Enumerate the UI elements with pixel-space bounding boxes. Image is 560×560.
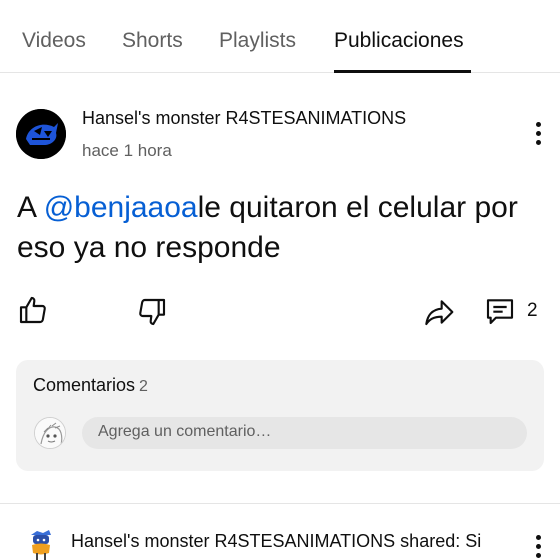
tab-posts[interactable]: Publicaciones [334,29,464,53]
user-avatar [34,417,66,449]
comments-title: Comentarios [33,375,136,395]
next-post-menu-button[interactable] [528,532,548,560]
channel-tabs: Videos Shorts Playlists Publicaciones [0,0,560,73]
comments-count: 2 [139,378,148,395]
comment-icon [486,299,514,325]
post-text-prefix: A [17,191,44,224]
user-avatar-image [35,418,65,448]
next-post-avatar-image [31,530,51,560]
active-tab-indicator [334,70,471,73]
like-icon [19,296,46,324]
comments-panel[interactable]: Comentarios 2 Agrega un comentario… [16,360,544,471]
post-timestamp: hace 1 hora [82,141,172,160]
next-post-author[interactable]: Hansel's monster R4STESANIMATIONS shared… [71,531,511,552]
post-content: A @benjaaoale quitaron el celular por es… [17,188,537,268]
comment-count: 2 [527,300,538,321]
comments-header: Comentarios 2 [33,375,148,396]
channel-avatar[interactable] [16,109,66,159]
post-menu-button[interactable] [528,119,548,149]
like-button[interactable] [17,294,49,331]
mention-link[interactable]: @benjaaoa [44,191,198,224]
share-button[interactable] [423,296,455,333]
dislike-icon [139,298,166,326]
tab-videos[interactable]: Videos [22,29,86,53]
tab-shorts[interactable]: Shorts [122,29,183,53]
add-comment-input[interactable]: Agrega un comentario… [82,417,527,449]
comments-button[interactable] [484,295,516,332]
avatar-image [16,109,66,159]
post-divider [0,503,560,504]
share-icon [425,300,454,326]
post-author[interactable]: Hansel's monster R4STESANIMATIONS [82,108,406,129]
tab-playlists[interactable]: Playlists [219,29,296,53]
next-post-avatar[interactable] [27,529,55,560]
dislike-button[interactable] [136,296,168,333]
